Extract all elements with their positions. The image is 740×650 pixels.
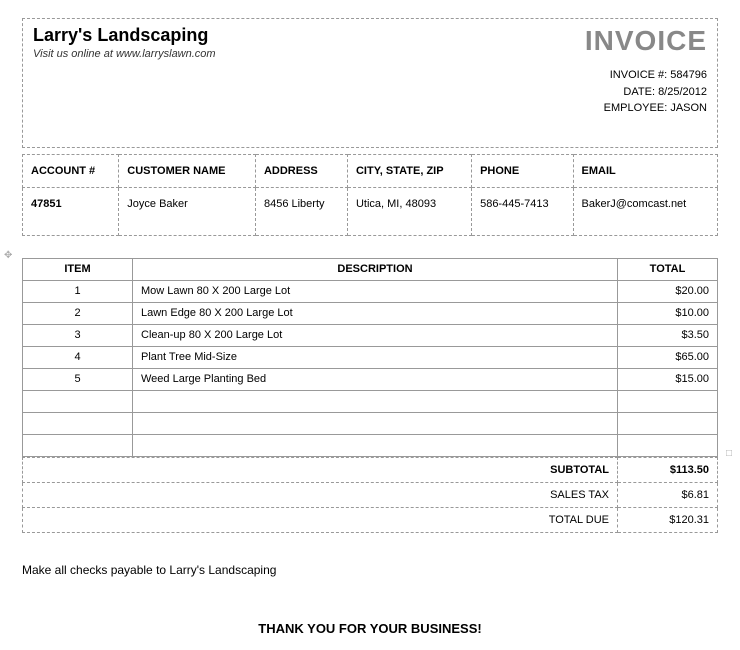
cell-account: 47851: [23, 187, 119, 235]
table-row: [23, 412, 718, 434]
cell-item-total: $15.00: [618, 368, 718, 390]
invoice-number-row: INVOICE #: 584796: [585, 67, 707, 84]
header-description: DESCRIPTION: [133, 258, 618, 280]
line-items-table: ITEM DESCRIPTION TOTAL 1Mow Lawn 80 X 20…: [22, 258, 718, 457]
cell-item-num: [23, 434, 133, 456]
cell-item-num: 1: [23, 280, 133, 302]
cell-item-num: 3: [23, 324, 133, 346]
company-name: Larry's Landscaping: [33, 25, 216, 46]
header-address: ADDRESS: [255, 154, 347, 187]
customer-table: ACCOUNT # CUSTOMER NAME ADDRESS CITY, ST…: [22, 154, 718, 236]
cell-email: BakerJ@comcast.net: [573, 187, 717, 235]
subtotal-value: $113.50: [618, 457, 718, 482]
subtotal-label: SUBTOTAL: [23, 457, 618, 482]
cell-item-num: [23, 412, 133, 434]
table-row: 3Clean-up 80 X 200 Large Lot$3.50: [23, 324, 718, 346]
table-row: 4Plant Tree Mid-Size$65.00: [23, 346, 718, 368]
invoice-meta-block: INVOICE INVOICE #: 584796 DATE: 8/25/201…: [585, 25, 707, 117]
cell-item-desc: Mow Lawn 80 X 200 Large Lot: [133, 280, 618, 302]
cell-item-total: $10.00: [618, 302, 718, 324]
customer-row: 47851 Joyce Baker 8456 Liberty Utica, MI…: [23, 187, 718, 235]
table-row: 1Mow Lawn 80 X 200 Large Lot$20.00: [23, 280, 718, 302]
cell-csz: Utica, MI, 48093: [347, 187, 471, 235]
cell-item-desc: Plant Tree Mid-Size: [133, 346, 618, 368]
cell-item-num: 5: [23, 368, 133, 390]
cell-customer-name: Joyce Baker: [119, 187, 256, 235]
invoice-date-row: DATE: 8/25/2012: [585, 84, 707, 101]
invoice-employee-row: EMPLOYEE: JASON: [585, 100, 707, 117]
table-row: 2Lawn Edge 80 X 200 Large Lot$10.00: [23, 302, 718, 324]
header-customer-name: CUSTOMER NAME: [119, 154, 256, 187]
totals-table: SUBTOTAL $113.50 SALES TAX $6.81 TOTAL D…: [22, 457, 718, 533]
cell-item-num: 2: [23, 302, 133, 324]
header-csz: CITY, STATE, ZIP: [347, 154, 471, 187]
tax-label: SALES TAX: [23, 482, 618, 507]
invoice-title: INVOICE: [585, 25, 707, 57]
cell-item-total: [618, 412, 718, 434]
header-item: ITEM: [23, 258, 133, 280]
anchor-icon: ✥: [4, 250, 12, 261]
thank-you: THANK YOU FOR YOUR BUSINESS!: [22, 621, 718, 636]
header-account: ACCOUNT #: [23, 154, 119, 187]
table-row: [23, 434, 718, 456]
cell-phone: 586-445-7413: [472, 187, 573, 235]
header-total: TOTAL: [618, 258, 718, 280]
payable-note: Make all checks payable to Larry's Lands…: [22, 563, 718, 577]
cell-item-total: $65.00: [618, 346, 718, 368]
cell-item-total: [618, 390, 718, 412]
cell-item-total: $20.00: [618, 280, 718, 302]
cell-item-desc: Clean-up 80 X 200 Large Lot: [133, 324, 618, 346]
invoice-header: Larry's Landscaping Visit us online at w…: [22, 18, 718, 148]
cell-item-desc: Weed Large Planting Bed: [133, 368, 618, 390]
total-due-value: $120.31: [618, 507, 718, 532]
header-phone: PHONE: [472, 154, 573, 187]
cell-item-total: [618, 434, 718, 456]
cell-address: 8456 Liberty: [255, 187, 347, 235]
header-email: EMAIL: [573, 154, 717, 187]
table-row: [23, 390, 718, 412]
anchor-icon: □: [726, 448, 732, 459]
table-row: 5Weed Large Planting Bed$15.00: [23, 368, 718, 390]
cell-item-desc: [133, 434, 618, 456]
cell-item-num: 4: [23, 346, 133, 368]
cell-item-desc: Lawn Edge 80 X 200 Large Lot: [133, 302, 618, 324]
total-due-label: TOTAL DUE: [23, 507, 618, 532]
cell-item-desc: [133, 390, 618, 412]
tax-value: $6.81: [618, 482, 718, 507]
company-block: Larry's Landscaping Visit us online at w…: [33, 25, 216, 117]
company-tagline: Visit us online at www.larryslawn.com: [33, 48, 216, 60]
cell-item-desc: [133, 412, 618, 434]
cell-item-num: [23, 390, 133, 412]
cell-item-total: $3.50: [618, 324, 718, 346]
